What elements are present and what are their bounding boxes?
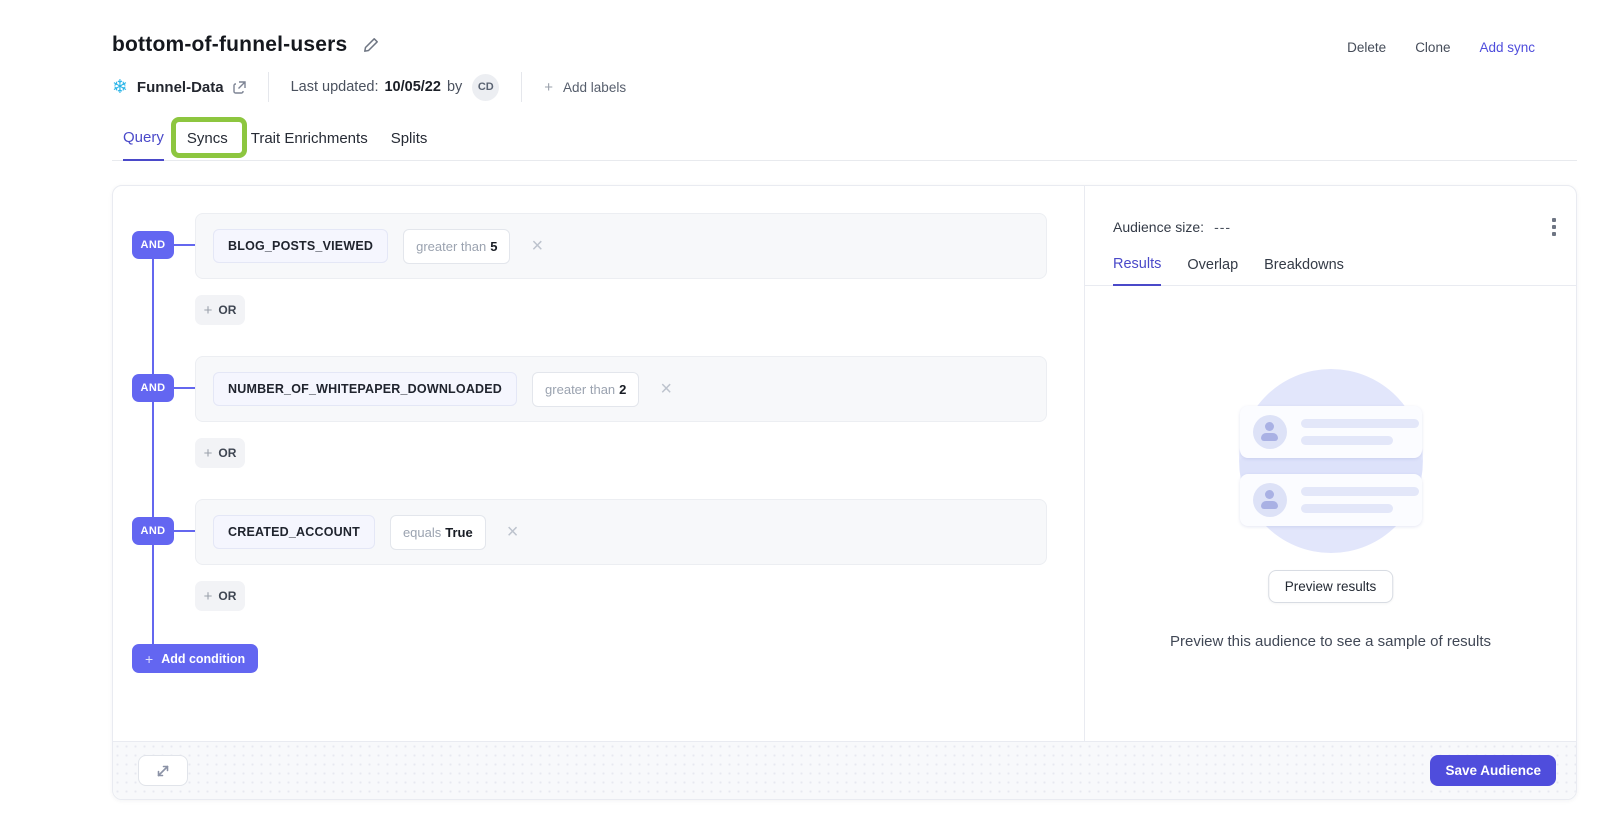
tab-results[interactable]: Results (1113, 256, 1161, 286)
add-condition-button[interactable]: + Add condition (132, 644, 258, 673)
add-or-button[interactable]: + OR (195, 438, 245, 468)
condition-row: NUMBER_OF_WHITEPAPER_DOWNLOADED greater … (195, 356, 1047, 422)
page-header: bottom-of-funnel-users (112, 33, 379, 57)
results-tab-bar: Results Overlap Breakdowns (1085, 256, 1576, 286)
expand-button[interactable] (138, 755, 188, 786)
and-operator-badge[interactable]: AND (132, 231, 174, 259)
by-label: by (447, 79, 462, 95)
tab-overlap[interactable]: Overlap (1187, 257, 1238, 285)
remove-condition-icon[interactable]: × (660, 379, 672, 399)
last-updated-date: 10/05/22 (384, 79, 440, 95)
delete-button[interactable]: Delete (1347, 40, 1386, 55)
condition-connector-line (152, 245, 154, 659)
audience-size-value: --- (1214, 219, 1231, 235)
trait-chip[interactable]: NUMBER_OF_WHITEPAPER_DOWNLOADED (213, 372, 517, 406)
connector-line (174, 387, 196, 389)
plus-icon: + (204, 302, 213, 319)
plus-icon: + (204, 588, 213, 605)
plus-icon: + (544, 79, 553, 96)
operator-value: True (445, 525, 472, 540)
condition-row: CREATED_ACCOUNT equals True × (195, 499, 1047, 565)
placeholder-bar (1301, 419, 1419, 428)
external-link-icon (233, 81, 246, 94)
remove-condition-icon[interactable]: × (531, 236, 543, 256)
connector-line (174, 530, 196, 532)
operator-value: 2 (619, 382, 626, 397)
operator-chip[interactable]: greater than 2 (532, 372, 639, 407)
kebab-menu-icon[interactable] (1550, 216, 1558, 238)
operator-label: greater than (416, 239, 486, 254)
placeholder-bar (1301, 504, 1393, 513)
clone-button[interactable]: Clone (1415, 40, 1450, 55)
placeholder-bar (1301, 487, 1419, 496)
trait-chip[interactable]: CREATED_ACCOUNT (213, 515, 375, 549)
preview-hint-text: Preview this audience to see a sample of… (1085, 633, 1576, 650)
illustration-user-card (1240, 474, 1422, 526)
and-operator-badge[interactable]: AND (132, 374, 174, 402)
tab-bar: Query Syncs Trait Enrichments Splits (112, 127, 1577, 161)
source-name: Funnel-Data (137, 79, 224, 96)
or-label: OR (218, 589, 236, 603)
add-or-button[interactable]: + OR (195, 295, 245, 325)
divider (268, 72, 269, 102)
header-actions: Delete Clone Add sync (1347, 40, 1535, 55)
tab-splits[interactable]: Splits (391, 130, 428, 160)
edit-title-icon[interactable] (363, 37, 379, 53)
query-builder: AND AND AND BLOG_POSTS_VIEWED greater th… (113, 186, 1084, 741)
or-label: OR (218, 303, 236, 317)
audience-size-label: Audience size: (1113, 219, 1204, 235)
last-updated: Last updated: 10/05/22 by CD (291, 74, 500, 101)
plus-icon: + (204, 445, 213, 462)
user-avatar-icon (1253, 483, 1287, 517)
card-footer-bar: Save Audience (113, 741, 1576, 799)
operator-value: 5 (490, 239, 497, 254)
meta-row: ❄ Funnel-Data Last updated: 10/05/22 by … (112, 71, 626, 103)
operator-chip[interactable]: equals True (390, 515, 486, 550)
tab-trait-enrichments[interactable]: Trait Enrichments (251, 130, 368, 160)
last-updated-label: Last updated: (291, 79, 379, 95)
source-link[interactable]: ❄ Funnel-Data (112, 78, 246, 97)
add-sync-button[interactable]: Add sync (1479, 40, 1535, 55)
tab-syncs[interactable]: Syncs (187, 130, 228, 160)
plus-icon: + (145, 651, 153, 667)
audience-size-row: Audience size: --- (1113, 216, 1558, 238)
audience-builder-card: AND AND AND BLOG_POSTS_VIEWED greater th… (112, 185, 1577, 800)
and-operator-badge[interactable]: AND (132, 517, 174, 545)
placeholder-bar (1301, 436, 1393, 445)
tab-query[interactable]: Query (123, 129, 164, 161)
operator-label: equals (403, 525, 441, 540)
add-condition-label: Add condition (161, 652, 245, 666)
illustration-user-card (1240, 406, 1422, 458)
or-label: OR (218, 446, 236, 460)
preview-results-button[interactable]: Preview results (1268, 570, 1394, 603)
snowflake-icon: ❄ (112, 78, 128, 97)
page-title: bottom-of-funnel-users (112, 33, 347, 57)
add-labels-label: Add labels (563, 80, 626, 95)
expand-icon (155, 763, 171, 779)
add-or-button[interactable]: + OR (195, 581, 245, 611)
add-labels-button[interactable]: + Add labels (544, 79, 626, 96)
trait-chip[interactable]: BLOG_POSTS_VIEWED (213, 229, 388, 263)
operator-chip[interactable]: greater than 5 (403, 229, 510, 264)
empty-state-illustration (1211, 369, 1451, 555)
save-audience-button[interactable]: Save Audience (1430, 755, 1556, 786)
connector-line (174, 244, 196, 246)
remove-condition-icon[interactable]: × (507, 522, 519, 542)
user-avatar-icon (1253, 415, 1287, 449)
tab-breakdowns[interactable]: Breakdowns (1264, 257, 1344, 285)
operator-label: greater than (545, 382, 615, 397)
condition-row: BLOG_POSTS_VIEWED greater than 5 × (195, 213, 1047, 279)
tab-syncs-label: Syncs (187, 130, 228, 147)
divider (521, 72, 522, 102)
results-panel: Audience size: --- Results Overlap Break… (1084, 186, 1576, 741)
avatar[interactable]: CD (472, 74, 499, 101)
